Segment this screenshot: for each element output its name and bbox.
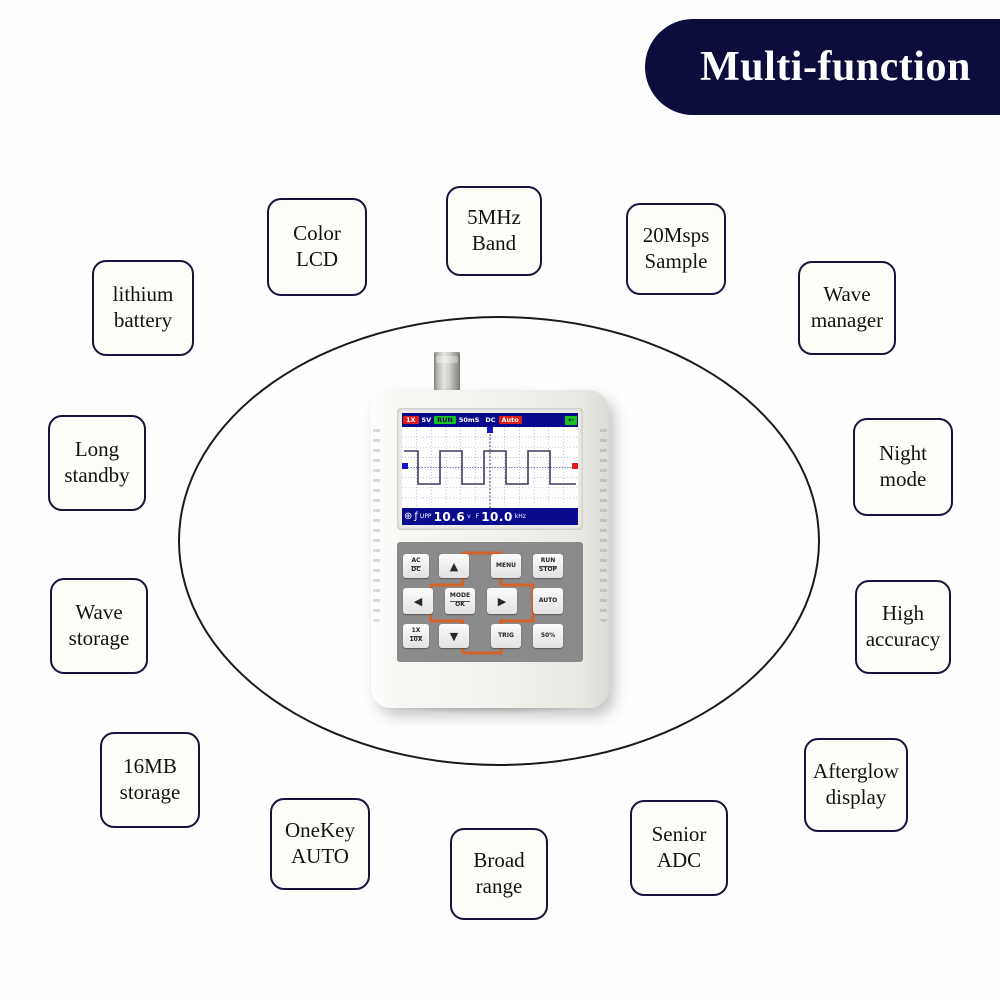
feature-box-wave-storage: Wave storage [50, 578, 148, 674]
bnc-connector-icon [434, 352, 460, 394]
vpp-unit: v [467, 512, 471, 520]
key-label: ▼ [449, 629, 459, 643]
lcd-status-bar: 1X 5V RUN 50mS DC Auto ← [402, 413, 578, 427]
lcd-measurement-bar: ⊕ ƒ UPP 10.6 v F 10.0 kHz [402, 508, 578, 525]
vpp-value: 10.6 [433, 509, 466, 524]
key-label: AC DC [411, 557, 421, 573]
feature-box-16mb-storage: 16MB storage [100, 732, 200, 828]
lcd-screen: 1X 5V RUN 50mS DC Auto ← ⊕ ƒ UPP 10.6 v … [402, 413, 578, 525]
keypad-panel: AC DC ▲ MENU RUN STOP ◀ MODE OK ▶ AUTO 1X 10X ▼ TRIG 50… [397, 542, 583, 662]
key-label: RUN STOP [539, 557, 557, 573]
lcd-waveform-area [402, 427, 578, 508]
key-label: MENU [496, 561, 516, 569]
feature-box-night-mode: Night mode [853, 418, 953, 516]
key-label: ▶ [497, 594, 507, 608]
key-label: ▲ [449, 559, 459, 573]
infographic-page: Multi-function lithium battery Color LCD 5MH… [0, 0, 1000, 1000]
key-label: ◀ [413, 594, 423, 608]
feature-box-5mhz-band: 5MHz Band [446, 186, 542, 276]
key-1x-10x[interactable]: 1X 10X [403, 624, 429, 648]
lcd-bezel: 1X 5V RUN 50mS DC Auto ← ⊕ ƒ UPP 10.6 v … [397, 408, 583, 530]
feature-label: Color LCD [293, 221, 341, 271]
header-banner: Multi-function [645, 19, 1000, 115]
key-down[interactable]: ▼ [439, 624, 469, 648]
trigger-position-marker [487, 427, 493, 433]
key-up[interactable]: ▲ [439, 554, 469, 578]
feature-label: Wave storage [68, 600, 130, 650]
key-fifty-pct[interactable]: 50% [533, 624, 563, 648]
key-auto[interactable]: AUTO [533, 588, 563, 614]
key-label: 50% [540, 631, 556, 639]
lcd-status-run-state: RUN [434, 415, 456, 425]
feature-label: Broad range [473, 848, 525, 898]
trigger-level-marker [572, 463, 578, 469]
key-label: TRIG [498, 631, 514, 639]
feature-label: Long standby [64, 437, 130, 487]
function-icon: ƒ [414, 510, 418, 522]
key-run-stop[interactable]: RUN STOP [533, 554, 563, 578]
feature-box-color-lcd: Color LCD [267, 198, 367, 296]
key-mode-ok[interactable]: MODE OK [445, 588, 475, 614]
side-grip-right [600, 422, 607, 622]
page-title: Multi-function [700, 44, 971, 90]
lcd-status-trigger-mode: Auto [498, 415, 522, 425]
waveform-trace [402, 427, 578, 508]
feature-box-high-accuracy: High accuracy [855, 580, 951, 674]
lcd-status-time-div: 50mS [458, 415, 480, 424]
side-grip-left [373, 422, 380, 622]
key-label: AUTO [538, 596, 558, 604]
key-label: MODE OK [449, 592, 471, 608]
feature-box-senior-adc: Senior ADC [630, 800, 728, 896]
lcd-status-probe-ratio: 1X [403, 415, 419, 425]
oscilloscope-device: 1X 5V RUN 50mS DC Auto ← ⊕ ƒ UPP 10.6 v … [363, 352, 621, 720]
feature-box-long-standby: Long standby [48, 415, 146, 511]
key-label: 1X 10X [409, 627, 423, 643]
vpp-label: UPP [419, 512, 432, 520]
feature-label: 16MB storage [119, 754, 181, 804]
feature-label: Afterglow display [813, 759, 899, 809]
crosshair-icon: ⊕ [404, 510, 413, 522]
feature-label: High accuracy [865, 601, 941, 651]
lcd-status-coupling: DC [485, 415, 496, 424]
feature-label: Senior ADC [651, 822, 707, 872]
feature-box-wave-manager: Wave manager [798, 261, 896, 355]
device-body: 1X 5V RUN 50mS DC Auto ← ⊕ ƒ UPP 10.6 v … [371, 390, 609, 708]
feature-box-afterglow-display: Afterglow display [804, 738, 908, 832]
feature-box-broad-range: Broad range [450, 828, 548, 920]
lcd-status-volts-div: 5V [421, 415, 432, 424]
key-ac-dc[interactable]: AC DC [403, 554, 429, 578]
feature-box-onekey-auto: OneKey AUTO [270, 798, 370, 890]
key-menu[interactable]: MENU [491, 554, 521, 578]
battery-icon: ← [565, 415, 577, 425]
feature-label: 5MHz Band [467, 205, 521, 255]
freq-unit: kHz [514, 512, 526, 520]
feature-label: Wave manager [810, 282, 884, 332]
key-trig[interactable]: TRIG [491, 624, 521, 648]
freq-value: 10.0 [481, 509, 513, 524]
freq-label: F [475, 512, 480, 520]
feature-label: Night mode [879, 441, 927, 491]
feature-label: 20Msps Sample [642, 223, 710, 273]
feature-label: lithium battery [112, 282, 174, 332]
key-right[interactable]: ▶ [487, 588, 517, 614]
channel-offset-marker [402, 463, 408, 469]
feature-label: OneKey AUTO [285, 818, 355, 868]
key-left[interactable]: ◀ [403, 588, 433, 614]
feature-box-lithium-battery: lithium battery [92, 260, 194, 356]
feature-box-20msps-sample: 20Msps Sample [626, 203, 726, 295]
